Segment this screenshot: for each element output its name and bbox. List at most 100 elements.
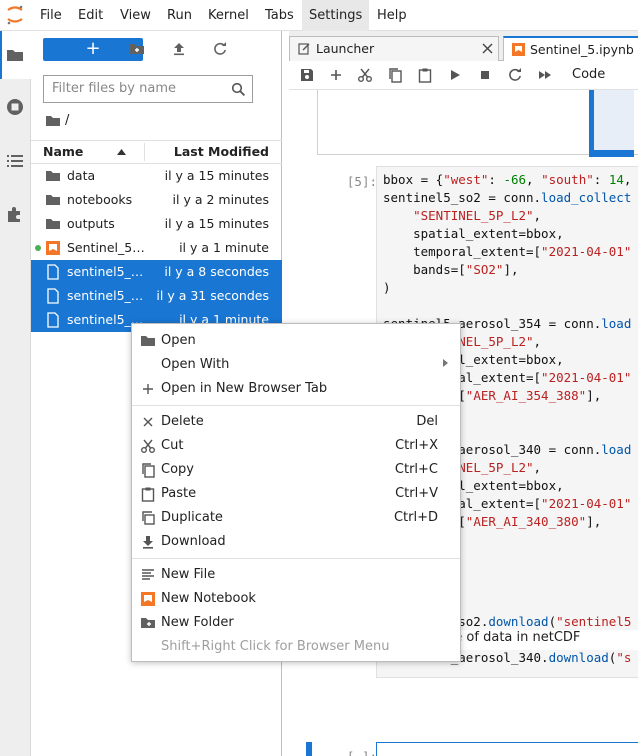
- paste-icon: [141, 487, 155, 502]
- file-row-selected[interactable]: sentinel5_… il y a 31 secondes: [31, 284, 282, 308]
- cell-type-select[interactable]: Code: [572, 67, 605, 82]
- cut-icon[interactable]: [357, 67, 373, 83]
- menu-item-new-file[interactable]: New File: [132, 563, 460, 587]
- new-folder-icon: [141, 618, 155, 628]
- menu-item-label: Duplicate: [161, 510, 223, 525]
- menu-separator: [132, 558, 460, 559]
- activity-bar: [0, 31, 31, 756]
- menu-run[interactable]: Run: [160, 0, 199, 31]
- menu-item-copy[interactable]: Copy Ctrl+C: [132, 458, 460, 482]
- folder-icon[interactable]: [5, 45, 25, 65]
- menu-item-download[interactable]: Download: [132, 530, 460, 554]
- upload-icon[interactable]: [171, 41, 187, 57]
- menu-tabs[interactable]: Tabs: [258, 0, 301, 31]
- file-row-sentinel-notebook[interactable]: Sentinel_5… il y a 1 minute: [31, 236, 282, 260]
- notebook-icon: [512, 43, 525, 56]
- menu-settings[interactable]: Settings: [302, 0, 370, 31]
- menu-item-new-folder[interactable]: New Folder: [132, 611, 460, 635]
- menu-view[interactable]: View: [113, 0, 158, 31]
- menu-item-shortcut: Ctrl+X: [395, 438, 438, 453]
- file-row-data[interactable]: data il y a 15 minutes: [31, 164, 282, 188]
- scissors-icon: [141, 439, 155, 453]
- file-name: data: [67, 168, 96, 183]
- download-icon: [143, 536, 153, 549]
- menu-item-open-with[interactable]: Open With: [132, 353, 460, 377]
- save-icon[interactable]: [299, 67, 315, 83]
- refresh-icon[interactable]: [212, 41, 228, 57]
- menu-item-duplicate[interactable]: Duplicate Ctrl+D: [132, 506, 460, 530]
- menu-file[interactable]: File: [33, 0, 69, 31]
- menu-item-open[interactable]: Open: [132, 329, 460, 353]
- extension-puzzle-icon[interactable]: [5, 204, 25, 224]
- file-modified: il y a 2 minutes: [172, 192, 269, 207]
- menu-item-label: Shift+Right Click for Browser Menu: [161, 639, 390, 654]
- copy-icon[interactable]: [387, 67, 403, 83]
- menu-item-shortcut: Ctrl+V: [395, 486, 438, 501]
- tab-bar: Launcher Sentinel_5.ipynb: [289, 31, 638, 62]
- menu-item-open-new-tab[interactable]: Open in New Browser Tab: [132, 377, 460, 401]
- paste-icon[interactable]: [417, 67, 433, 83]
- menu-kernel[interactable]: Kernel: [201, 0, 256, 31]
- menu-item-label: Cut: [161, 438, 184, 453]
- table-of-contents-icon[interactable]: [5, 151, 25, 171]
- menu-bar: File Edit View Run Kernel Tabs Settings …: [0, 0, 638, 31]
- running-kernels-icon[interactable]: [5, 97, 25, 117]
- menu-item-cut[interactable]: Cut Ctrl+X: [132, 434, 460, 458]
- file-row-selected[interactable]: sentinel5_… il y a 8 secondes: [31, 260, 282, 284]
- menu-item-new-notebook[interactable]: New Notebook: [132, 587, 460, 611]
- menu-edit[interactable]: Edit: [71, 0, 110, 31]
- column-last-modified[interactable]: Last Modified: [174, 144, 269, 159]
- column-name[interactable]: Name: [43, 144, 83, 159]
- filter-files-input[interactable]: [52, 81, 222, 96]
- add-cell-icon[interactable]: [328, 67, 344, 83]
- notebook-toolbar: Code: [289, 61, 638, 90]
- cell-prompt: [ ]:: [337, 749, 377, 756]
- file-modified: il y a 15 minutes: [164, 168, 269, 183]
- code-line: sentinel5_so2 = conn.load_collect: [383, 190, 632, 205]
- menu-item-delete[interactable]: Delete Del: [132, 410, 460, 434]
- file-icon: [47, 264, 59, 280]
- submenu-arrow-icon: [443, 359, 448, 367]
- fast-forward-icon[interactable]: [537, 67, 553, 83]
- file-row-notebooks[interactable]: notebooks il y a 2 minutes: [31, 188, 282, 212]
- menu-item-browser-menu-hint: Shift+Right Click for Browser Menu: [132, 635, 460, 659]
- menu-help[interactable]: Help: [370, 0, 414, 31]
- new-launcher-button[interactable]: +: [43, 38, 143, 61]
- notebook-icon: [141, 592, 155, 606]
- folder-icon: [46, 219, 60, 229]
- restart-icon[interactable]: [507, 67, 523, 83]
- active-cell-indicator: [306, 742, 312, 756]
- menu-item-label: New Folder: [161, 615, 234, 630]
- text-file-icon: [142, 569, 154, 580]
- tab-launcher[interactable]: Launcher: [289, 36, 499, 61]
- menu-item-shortcut: Ctrl+C: [394, 462, 438, 477]
- file-modified: il y a 31 secondes: [156, 288, 269, 303]
- column-divider[interactable]: [144, 143, 145, 161]
- run-icon[interactable]: [447, 67, 463, 83]
- tab-sentinel-notebook[interactable]: Sentinel_5.ipynb: [503, 36, 638, 62]
- code-line: bands=["SO2"],: [383, 262, 519, 277]
- context-menu: Open Open With Open in New Browser Tab D…: [131, 323, 461, 662]
- menu-item-label: Open: [161, 333, 196, 348]
- jupyter-logo-icon[interactable]: [5, 4, 25, 26]
- new-folder-icon[interactable]: [129, 41, 145, 57]
- menu-item-paste[interactable]: Paste Ctrl+V: [132, 482, 460, 506]
- menu-item-shortcut: Ctrl+D: [393, 510, 438, 525]
- output-map-inner: [594, 90, 634, 150]
- sort-ascending-icon: [117, 149, 126, 155]
- home-folder-icon[interactable]: [45, 113, 61, 129]
- file-name: sentinel5_…: [67, 264, 144, 279]
- notebook-icon: [46, 241, 60, 255]
- stop-icon[interactable]: [477, 67, 493, 83]
- code-line: spatial_extent=bbox,: [383, 226, 564, 241]
- launcher-edit-icon: [298, 43, 310, 55]
- file-row-outputs[interactable]: outputs il y a 15 minutes: [31, 212, 282, 236]
- close-icon[interactable]: [482, 43, 493, 54]
- menu-item-label: Paste: [161, 486, 197, 501]
- menu-item-label: Open in New Browser Tab: [161, 381, 328, 396]
- cell-prompt: [5]:: [346, 174, 377, 189]
- file-list-header: Name Last Modified: [31, 140, 282, 164]
- breadcrumb-root[interactable]: /: [65, 113, 69, 128]
- menu-item-label: Download: [161, 534, 226, 549]
- empty-code-cell[interactable]: [376, 742, 638, 756]
